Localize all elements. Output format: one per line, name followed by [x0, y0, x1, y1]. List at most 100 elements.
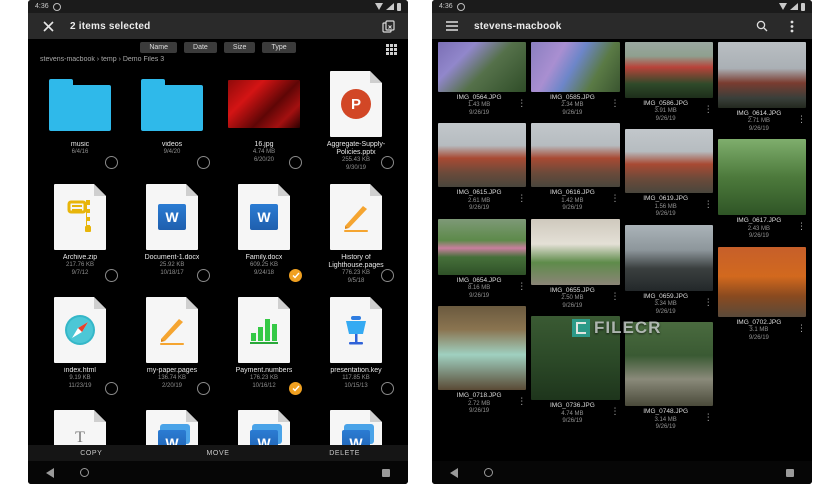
checkbox-unchecked[interactable] [197, 269, 210, 282]
checkbox-unchecked[interactable] [105, 269, 118, 282]
file-tile-docx-selected[interactable]: W Family.docx 609.25 KB 9/24/18 [221, 180, 307, 290]
checkbox-unchecked[interactable] [381, 382, 394, 395]
checkbox-unchecked[interactable] [105, 156, 118, 169]
file-size: 609.25 KB [249, 262, 279, 269]
item-overflow-icon[interactable]: ⋮ [797, 323, 806, 333]
overflow-menu-icon[interactable] [784, 18, 800, 34]
checkbox-unchecked[interactable] [197, 156, 210, 169]
photo-tile[interactable]: IMG_0614.JPG 2.71 MB 9/26/19 ⋮ [717, 42, 806, 136]
sort-chip-size[interactable]: Size [223, 41, 256, 54]
file-tile-cutoff-text[interactable]: T [37, 406, 123, 445]
file-name: index.html [64, 367, 96, 374]
photo-tile[interactable]: IMG_0585.JPG 2.34 MB 9/26/19 ⋮ [531, 42, 620, 120]
photo-tile[interactable]: IMG_0617.JPG 2.43 MB 9/26/19 ⋮ [717, 139, 806, 243]
status-bar: 4:36 [28, 0, 408, 13]
sort-chip-name[interactable]: Name [140, 41, 178, 54]
wifi-icon [779, 3, 787, 10]
file-tile-pages2[interactable]: my-paper.pages 136.74 KB 2/20/19 [129, 293, 215, 403]
copy-icon[interactable] [380, 18, 396, 34]
checkbox-checked[interactable] [289, 382, 302, 395]
item-overflow-icon[interactable]: ⋮ [611, 291, 620, 301]
word-icon: W [330, 410, 382, 445]
photo-tile[interactable]: IMG_0564.JPG 1.43 MB 9/26/19 ⋮ [438, 42, 527, 120]
photo-tile[interactable]: IMG_0616.JPG 1.42 MB 9/26/19 ⋮ [531, 123, 620, 215]
item-overflow-icon[interactable]: ⋮ [517, 397, 526, 406]
close-icon[interactable] [40, 18, 56, 34]
back-icon[interactable] [46, 467, 54, 478]
photo-tile[interactable]: IMG_0654.JPG 8.16 MB 9/26/19 ⋮ [438, 218, 527, 303]
file-tile-html[interactable]: index.html 9.19 KB 11/23/19 [37, 293, 123, 403]
file-tile-cutoff-word[interactable]: W [221, 406, 307, 445]
item-overflow-icon[interactable]: ⋮ [704, 105, 713, 114]
home-icon[interactable] [484, 468, 493, 477]
sort-chip-date[interactable]: Date [184, 41, 217, 54]
file-date: 9/4/20 [163, 149, 181, 156]
item-overflow-icon[interactable]: ⋮ [611, 407, 620, 416]
checkbox-unchecked[interactable] [105, 382, 118, 395]
checkbox-unchecked[interactable] [381, 269, 394, 282]
status-time: 4:36 [35, 3, 49, 10]
recents-icon[interactable] [786, 468, 794, 477]
menu-icon[interactable] [444, 18, 460, 34]
photo-tile[interactable]: IMG_0702.JPG 3.1 MB 9/26/19 ⋮ [717, 246, 806, 345]
photo-tile[interactable]: IMG_0748.JPG 3.14 MB 9/26/19 ⋮ [624, 322, 713, 434]
android-nav-bar [28, 461, 408, 484]
file-tile-numbers-selected[interactable]: Payment.numbers 176.23 KB 10/16/12 [221, 293, 307, 403]
file-grid-scroll[interactable]: music 6/4/16 videos 9/4/20 16.jpg 4.74 M… [28, 67, 408, 445]
text-doc-icon: T [54, 410, 106, 445]
item-overflow-icon[interactable]: ⋮ [704, 200, 713, 209]
sort-chip-type[interactable]: Type [262, 41, 296, 54]
file-tile-videos[interactable]: videos 9/4/20 [129, 67, 215, 177]
photo-tile[interactable]: IMG_0655.JPG 2.50 MB 9/26/19 ⋮ [531, 218, 620, 313]
file-tile-image[interactable]: 16.jpg 4.74 MB 6/20/20 [221, 67, 307, 177]
file-tile-pages[interactable]: History of Lighthouse.pages 776.23 KB 9/5… [313, 180, 399, 290]
file-tile-pptx[interactable]: P Aggregate-Supply-Policies.pptx 255.43 … [313, 67, 399, 177]
photo-tile[interactable]: IMG_0659.JPG 3.34 MB 9/26/19 ⋮ [624, 224, 713, 319]
copy-button[interactable]: COPY [28, 450, 155, 457]
photo-tile[interactable]: IMG_0586.JPG 3.91 MB 9/26/19 ⋮ [624, 42, 713, 126]
grid-view-icon[interactable] [383, 41, 399, 57]
file-tile-keynote[interactable]: presentation.key 117.85 KB 10/15/13 [313, 293, 399, 403]
breadcrumb[interactable]: stevens-macbook › temp › Demo Files 3 [40, 56, 396, 63]
photo-tile[interactable]: IMG_0619.JPG 1.56 MB 9/26/19 ⋮ [624, 129, 713, 221]
delete-button[interactable]: DELETE [281, 450, 408, 457]
photo-tile[interactable]: IMG_0615.JPG 2.61 MB 9/26/19 ⋮ [438, 123, 527, 215]
file-grid: music 6/4/16 videos 9/4/20 16.jpg 4.74 M… [28, 67, 408, 445]
file-tile-cutoff-word[interactable]: W [313, 406, 399, 445]
recents-icon[interactable] [382, 468, 390, 477]
checkbox-checked[interactable] [289, 269, 302, 282]
item-overflow-icon[interactable]: ⋮ [704, 413, 713, 422]
selection-app-bar: 2 items selected [28, 13, 408, 39]
checkbox-unchecked[interactable] [197, 382, 210, 395]
item-overflow-icon[interactable]: ⋮ [704, 297, 713, 307]
file-date: 2/20/19 [161, 382, 183, 389]
file-tile-cutoff-word[interactable]: W [129, 406, 215, 445]
checkbox-unchecked[interactable] [381, 156, 394, 169]
item-overflow-icon[interactable]: ⋮ [797, 115, 806, 124]
file-date: 9/24/18 [253, 269, 275, 276]
photo-tile[interactable]: IMG_0736.JPG 4.74 MB 9/26/19 ⋮ [531, 316, 620, 428]
back-icon[interactable] [450, 467, 458, 478]
file-tile-music[interactable]: music 6/4/16 [37, 67, 123, 177]
photo-tile[interactable]: IMG_0718.JPG 2.72 MB 9/26/19 ⋮ [438, 306, 527, 418]
file-tile-zip[interactable]: Archive.zip 217.76 KB 9/7/12 [37, 180, 123, 290]
wifi-icon [375, 3, 383, 10]
file-size: 176.23 KB [249, 375, 279, 382]
item-overflow-icon[interactable]: ⋮ [517, 281, 526, 291]
item-overflow-icon[interactable]: ⋮ [611, 99, 620, 108]
item-overflow-icon[interactable]: ⋮ [611, 194, 620, 203]
gallery-scroll[interactable]: IMG_0564.JPG 1.43 MB 9/26/19 ⋮ IMG_0615.JPG… [432, 42, 812, 461]
cell-signal-icon [386, 3, 394, 10]
item-overflow-icon[interactable]: ⋮ [517, 194, 526, 203]
file-date: 9/5/18 [347, 277, 365, 284]
file-date: 11/23/19 [68, 382, 92, 389]
file-name: 16.jpg [254, 141, 274, 148]
item-overflow-icon[interactable]: ⋮ [517, 99, 526, 108]
item-overflow-icon[interactable]: ⋮ [797, 222, 806, 231]
file-tile-docx[interactable]: W Document-1.docx 25.92 KB 10/18/17 [129, 180, 215, 290]
home-icon[interactable] [80, 468, 89, 477]
move-button[interactable]: MOVE [155, 450, 282, 457]
checkbox-unchecked[interactable] [289, 156, 302, 169]
search-icon[interactable] [754, 18, 770, 34]
file-name: music [70, 141, 90, 148]
